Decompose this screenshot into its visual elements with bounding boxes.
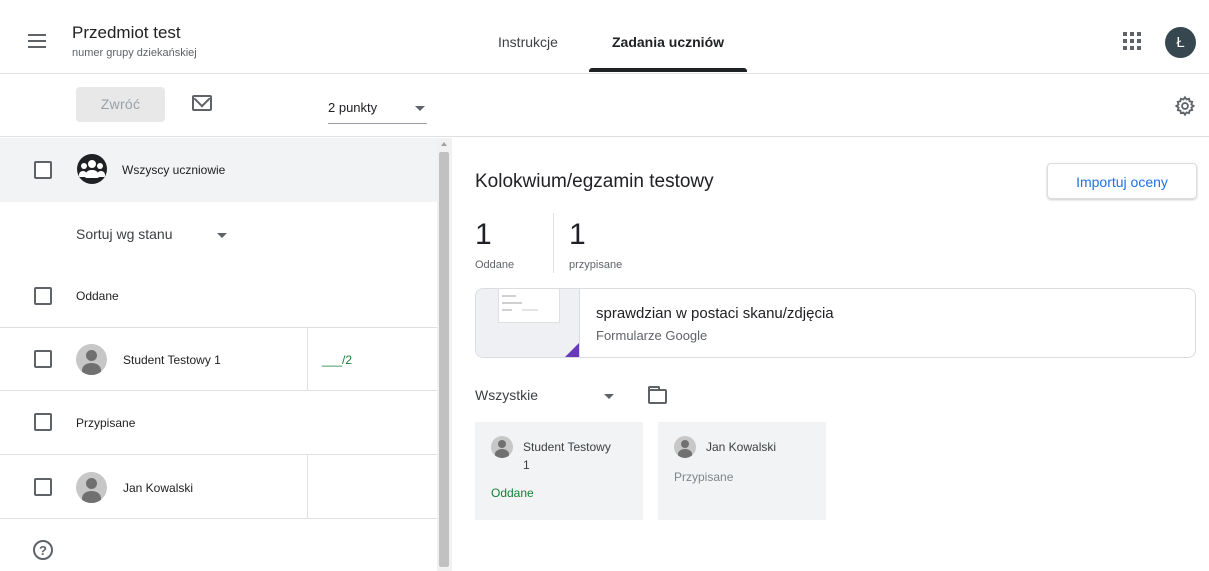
folder-icon[interactable]: [648, 386, 667, 404]
form-thumbnail: [476, 289, 580, 357]
student-name: Jan Kowalski: [123, 481, 194, 495]
account-avatar[interactable]: Ł: [1165, 27, 1196, 58]
student-avatar: [491, 436, 513, 458]
attachment-title: sprawdzian w postaci skanu/zdjęcia: [596, 305, 834, 322]
student-card-status: Oddane: [491, 486, 534, 500]
scrollbar-thumb[interactable]: [439, 152, 449, 567]
points-value: 2 punkty: [328, 100, 378, 115]
help-icon[interactable]: ?: [33, 540, 53, 560]
attachment-card[interactable]: sprawdzian w postaci skanu/zdjęcia Formu…: [475, 288, 1196, 358]
import-grades-button[interactable]: Importuj oceny: [1047, 163, 1197, 199]
select-all-checkbox[interactable]: [34, 161, 52, 179]
group-header-submitted[interactable]: Oddane: [0, 266, 437, 328]
assignment-title: Kolokwium/egzamin testowy: [475, 171, 714, 192]
settings-gear-icon[interactable]: [1174, 95, 1196, 117]
main-menu-icon[interactable]: [26, 30, 48, 52]
group-checkbox[interactable]: [34, 287, 52, 305]
student-row[interactable]: Student Testowy 1 ___/2: [0, 328, 437, 391]
student-card-name-cont: 1: [523, 458, 530, 472]
course-title[interactable]: Przedmiot test: [72, 23, 181, 43]
student-list-panel: Wszyscy uczniowie Sortuj wg stanu Oddane…: [0, 138, 452, 571]
tab-instructions[interactable]: Instrukcje: [498, 10, 558, 74]
student-avatar: [76, 472, 107, 503]
student-card-status: Przypisane: [674, 470, 734, 484]
group-header-assigned[interactable]: Przypisane: [0, 391, 437, 455]
student-card-name: Jan Kowalski: [706, 440, 777, 454]
submitted-count: 1: [475, 218, 492, 251]
assigned-label: przypisane: [569, 259, 623, 271]
student-card-name: Student Testowy: [523, 440, 611, 454]
assignment-detail-panel: Kolokwium/egzamin testowy Importuj oceny…: [452, 138, 1209, 571]
all-students-row[interactable]: Wszyscy uczniowie: [0, 138, 437, 202]
student-name: Student Testowy 1: [123, 353, 221, 367]
course-subtitle: numer grupy dziekańskiej: [72, 47, 197, 59]
grade-field[interactable]: ___/2: [322, 353, 352, 367]
all-students-label: Wszyscy uczniowie: [122, 163, 226, 177]
sort-dropdown-arrow-icon: [217, 233, 227, 238]
student-card[interactable]: Student Testowy 1 Oddane: [475, 422, 643, 520]
points-select[interactable]: 2 punkty: [328, 92, 427, 124]
student-avatar: [76, 344, 107, 375]
return-button[interactable]: Zwróć: [76, 87, 165, 122]
filter-dropdown-arrow-icon: [604, 394, 614, 399]
google-apps-icon[interactable]: [1123, 32, 1141, 50]
student-checkbox[interactable]: [34, 350, 52, 368]
group-label: Przypisane: [76, 416, 136, 430]
filter-select[interactable]: Wszystkie: [475, 387, 538, 403]
dropdown-arrow-icon: [415, 106, 425, 111]
column-divider: [307, 455, 308, 519]
student-row[interactable]: Jan Kowalski: [0, 455, 437, 519]
group-label: Oddane: [76, 289, 119, 303]
google-forms-icon: [563, 343, 579, 357]
group-icon: [77, 154, 107, 184]
group-checkbox[interactable]: [34, 413, 52, 431]
toolbar: Zwróć 2 punkty: [0, 75, 1209, 137]
student-card[interactable]: Jan Kowalski Przypisane: [658, 422, 826, 520]
column-divider: [307, 328, 308, 391]
stat-divider: [553, 213, 554, 273]
active-tab-indicator: [589, 68, 747, 72]
attachment-type: Formularze Google: [596, 328, 708, 343]
student-checkbox[interactable]: [34, 478, 52, 496]
submitted-label: Oddane: [475, 259, 515, 271]
app-header: Przedmiot test numer grupy dziekańskiej …: [0, 10, 1209, 74]
sort-select[interactable]: Sortuj wg stanu: [76, 226, 173, 242]
student-avatar: [674, 436, 696, 458]
email-icon[interactable]: [192, 95, 212, 111]
assigned-count: 1: [569, 218, 586, 251]
scroll-up-arrow-icon[interactable]: [441, 142, 447, 146]
tab-student-work[interactable]: Zadania uczniów: [612, 10, 724, 74]
